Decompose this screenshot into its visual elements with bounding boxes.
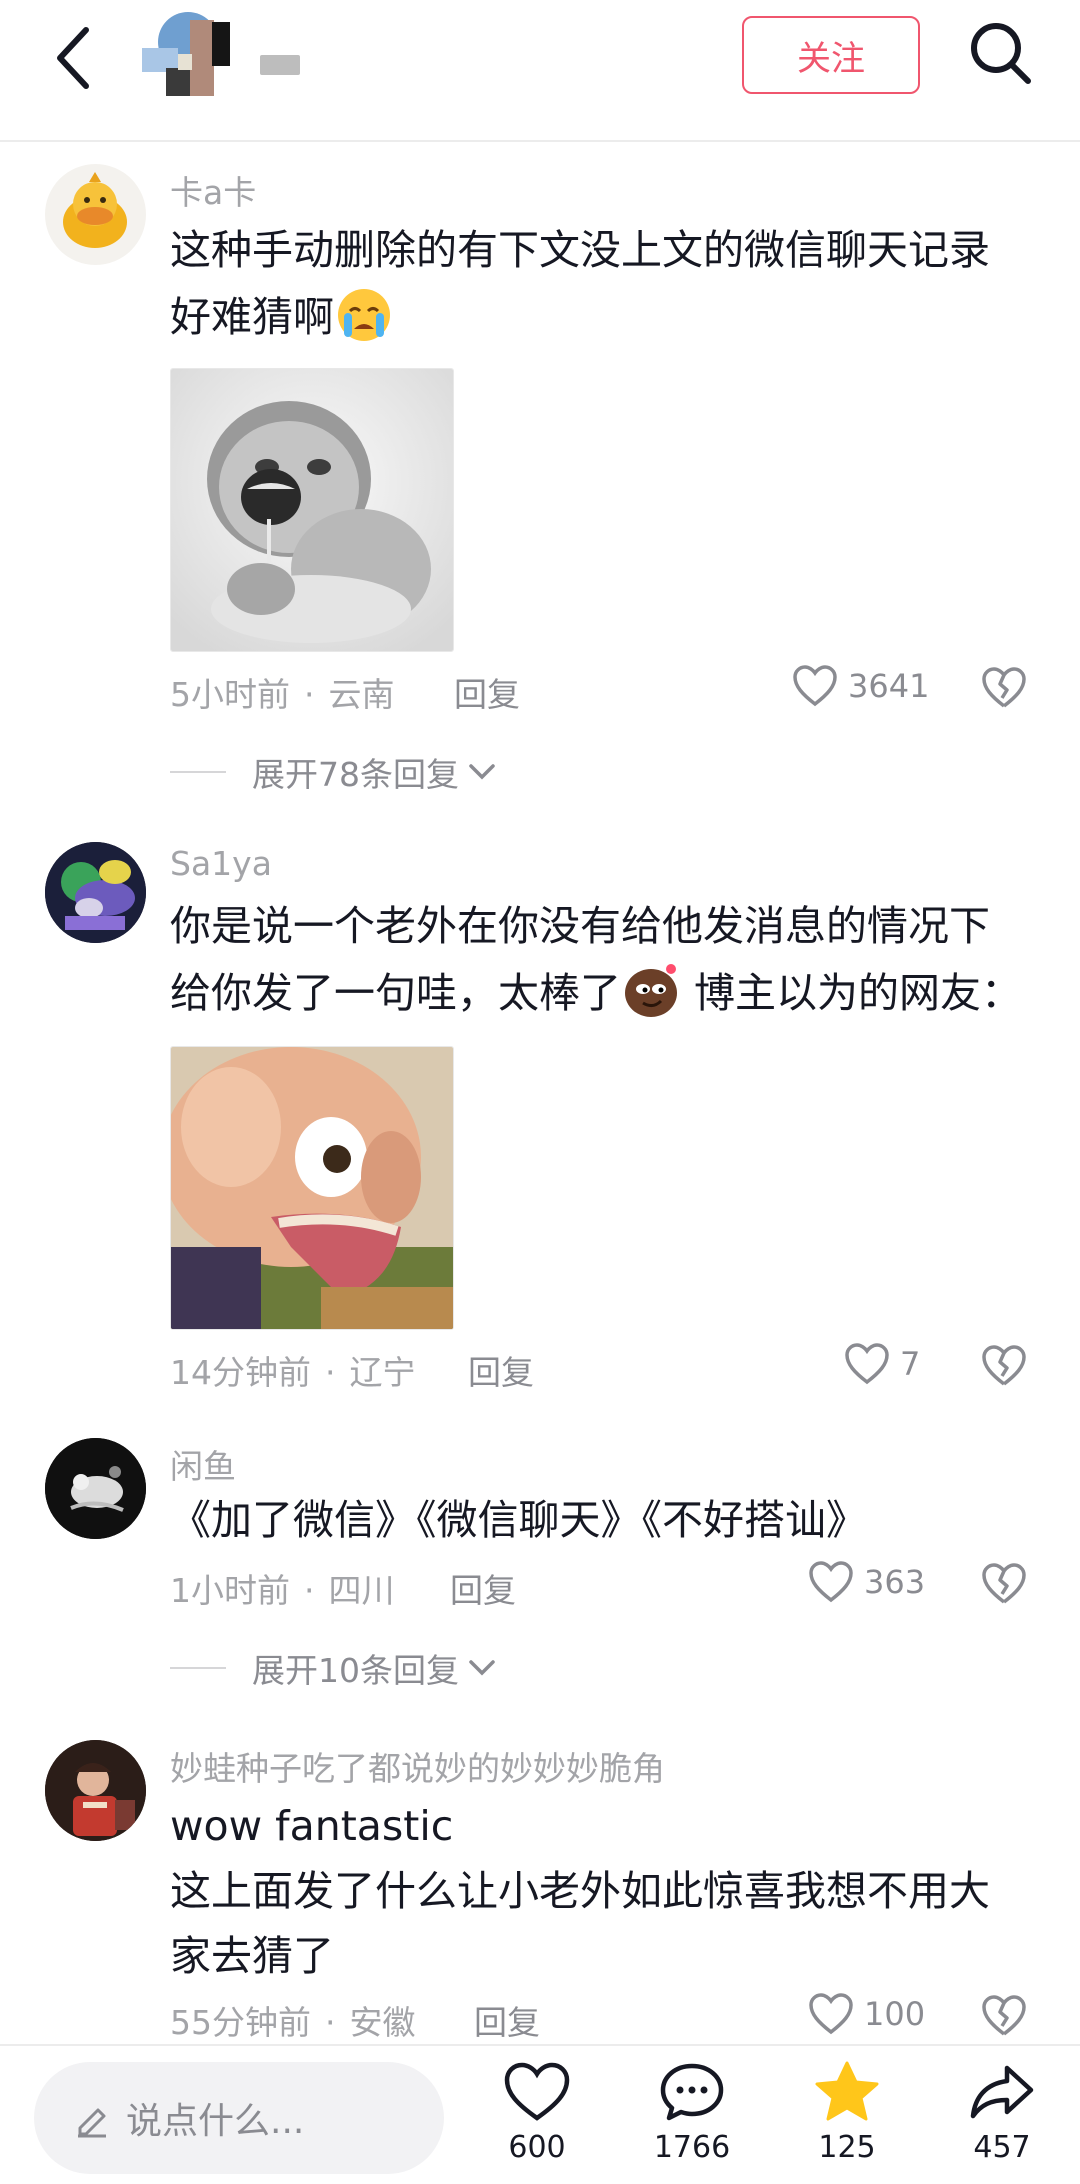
comment-bubble-icon bbox=[660, 2063, 724, 2121]
expand-replies-button[interactable]: 展开78条回复 bbox=[170, 748, 497, 796]
like-count: 363 bbox=[864, 1563, 926, 1601]
author-avatar[interactable] bbox=[140, 8, 240, 100]
comment-input-placeholder: 说点什么... bbox=[126, 2101, 305, 2142]
reply-button[interactable]: 回复 bbox=[468, 1346, 534, 1394]
comment-image[interactable] bbox=[170, 368, 454, 652]
comment-location: 安徽 bbox=[349, 2003, 416, 2042]
divider-line bbox=[170, 1667, 226, 1669]
favorite-count: 125 bbox=[818, 2130, 876, 2165]
back-button[interactable] bbox=[44, 22, 108, 94]
dislike-button[interactable] bbox=[980, 666, 1028, 710]
follow-button[interactable]: 关注 bbox=[742, 16, 920, 94]
comment-time: 14分钟前 bbox=[170, 1353, 311, 1392]
comment-time: 55分钟前 bbox=[170, 2003, 311, 2042]
bottom-action-bar: 说点什么... 600 1766 125 457 bbox=[0, 2044, 1080, 2184]
comment-text: 《加了微信》《微信聊天》《不好搭讪》 bbox=[170, 1488, 1030, 1553]
reply-button[interactable]: 回复 bbox=[454, 668, 520, 716]
like-button[interactable]: 7 bbox=[844, 1342, 920, 1386]
comment-line: 家去猜了 bbox=[170, 1932, 334, 1980]
search-button[interactable] bbox=[966, 18, 1036, 90]
like-count: 3641 bbox=[848, 667, 930, 705]
comment-location: 辽宁 bbox=[349, 1353, 416, 1392]
video-like-count: 600 bbox=[508, 2130, 566, 2165]
chevron-down-icon bbox=[469, 764, 495, 780]
comment-location: 云南 bbox=[328, 675, 395, 714]
comment-count: 1766 bbox=[653, 2130, 731, 2165]
comment-input[interactable]: 说点什么... bbox=[34, 2062, 444, 2174]
share-arrow-icon bbox=[970, 2065, 1034, 2119]
smirking-potato-emoji bbox=[625, 964, 677, 1017]
comments-button[interactable]: 1766 bbox=[632, 2060, 752, 2165]
comment-meta: 14分钟前 · 辽宁 bbox=[170, 1353, 416, 1392]
heart-outline-icon bbox=[845, 1343, 889, 1385]
comment-username[interactable]: Sa1ya bbox=[170, 844, 272, 883]
comment-location: 四川 bbox=[328, 1571, 395, 1610]
comment-line: 这上面发了什么让小老外如此惊喜我想不用大 bbox=[170, 1867, 990, 1915]
broken-heart-icon bbox=[982, 1995, 1026, 2036]
comment-meta: 55分钟前 · 安徽 bbox=[170, 2003, 416, 2042]
like-count: 100 bbox=[864, 1995, 926, 2033]
pencil-icon bbox=[78, 2108, 106, 2138]
avatar[interactable] bbox=[45, 1740, 146, 1841]
comment-meta: 5小时前 · 云南 bbox=[170, 675, 395, 714]
comment-line: 你是说一个老外在你没有给他发消息的情况下 bbox=[170, 902, 990, 950]
comment-username[interactable]: 卡a卡 bbox=[170, 166, 256, 214]
top-bar: 关注 bbox=[0, 0, 1080, 142]
comment-line: 这种手动删除的有下文没上文的微信聊天记录 bbox=[170, 226, 990, 274]
crying-face-emoji bbox=[338, 289, 390, 341]
divider-line bbox=[170, 771, 226, 773]
expand-replies-label: 展开10条回复 bbox=[252, 1651, 459, 1690]
expand-replies-button[interactable]: 展开10条回复 bbox=[170, 1644, 497, 1692]
dislike-button[interactable] bbox=[980, 1344, 1028, 1388]
share-count: 457 bbox=[973, 2130, 1031, 2165]
comment-line: wow fantastic bbox=[170, 1802, 454, 1850]
heart-outline-icon bbox=[793, 665, 837, 707]
avatar[interactable] bbox=[45, 842, 146, 943]
broken-heart-icon bbox=[982, 1345, 1026, 1386]
heart-outline-icon bbox=[504, 2062, 570, 2121]
comment-meta: 1小时前 · 四川 bbox=[170, 1571, 395, 1610]
broken-heart-icon bbox=[982, 1563, 1026, 1604]
comment-image[interactable] bbox=[170, 1046, 454, 1330]
comment-line: 好难猜啊 bbox=[170, 283, 1030, 350]
broken-heart-icon bbox=[982, 667, 1026, 708]
comment-username[interactable]: 闲鱼 bbox=[170, 1440, 236, 1488]
chevron-left-icon bbox=[57, 27, 89, 89]
avatar[interactable] bbox=[45, 1438, 146, 1539]
reply-button[interactable]: 回复 bbox=[450, 1564, 516, 1612]
like-button[interactable]: 100 bbox=[808, 1992, 925, 2036]
like-video-button[interactable]: 600 bbox=[477, 2060, 597, 2165]
share-button[interactable]: 457 bbox=[942, 2060, 1062, 2165]
comment-line: 给你发了一句哇，太棒了 博主以为的网友： bbox=[170, 959, 1030, 1026]
like-button[interactable]: 363 bbox=[808, 1560, 925, 1604]
comment-text: 这种手动删除的有下文没上文的微信聊天记录 好难猜啊 bbox=[170, 218, 1030, 350]
like-count: 7 bbox=[900, 1345, 921, 1383]
heart-outline-icon bbox=[809, 1993, 853, 2035]
search-icon bbox=[971, 23, 1031, 84]
author-name-redacted bbox=[260, 55, 300, 75]
comment-time: 5小时前 bbox=[170, 675, 290, 714]
dislike-button[interactable] bbox=[980, 1562, 1028, 1606]
comment-text: wow fantastic 这上面发了什么让小老外如此惊喜我想不用大 家去猜了 bbox=[170, 1794, 1030, 1989]
star-filled-icon bbox=[815, 2061, 879, 2121]
comment-username[interactable]: 妙蛙种子吃了都说妙的妙妙妙脆角 bbox=[170, 1742, 665, 1790]
comment-time: 1小时前 bbox=[170, 1571, 290, 1610]
comment-line: 《加了微信》《微信聊天》《不好搭讪》 bbox=[170, 1496, 867, 1544]
favorite-button[interactable]: 125 bbox=[787, 2060, 907, 2165]
reply-button[interactable]: 回复 bbox=[474, 1996, 540, 2044]
dislike-button[interactable] bbox=[980, 1994, 1028, 2038]
expand-replies-label: 展开78条回复 bbox=[252, 755, 459, 794]
comment-text: 你是说一个老外在你没有给他发消息的情况下 给你发了一句哇，太棒了 博主以为的网友… bbox=[170, 894, 1030, 1026]
chevron-down-icon bbox=[469, 1660, 495, 1676]
avatar[interactable] bbox=[45, 164, 146, 265]
like-button[interactable]: 3641 bbox=[792, 664, 929, 708]
heart-outline-icon bbox=[809, 1561, 853, 1603]
